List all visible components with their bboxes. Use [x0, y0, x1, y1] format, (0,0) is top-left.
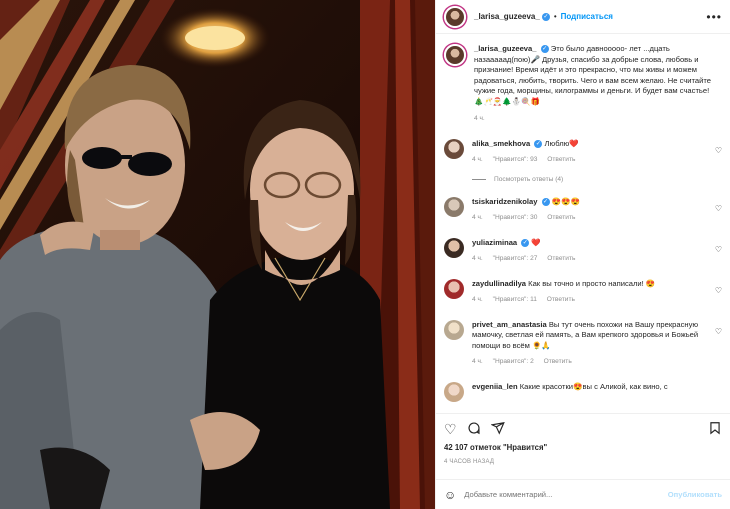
comment-item: privet_am_anastasia Вы тут очень похожи …: [444, 319, 722, 368]
comment-meta: 4 ч. "Нравится": 2 Ответить: [472, 357, 707, 368]
reply-button[interactable]: Ответить: [547, 214, 575, 221]
view-replies-label[interactable]: Посмотреть ответы (4): [494, 176, 563, 183]
caption: _larisa_guzeeva_ ✓ Это было давнооооо- л…: [444, 44, 722, 125]
comment-time[interactable]: 4 ч.: [472, 358, 483, 365]
comment-likes[interactable]: "Нравится": 11: [493, 296, 537, 303]
caption-body: _larisa_guzeeva_ ✓ Это было давнооооо- л…: [474, 44, 714, 125]
smile-icon[interactable]: ☺: [444, 488, 456, 502]
commenter-avatar[interactable]: [444, 196, 464, 217]
comment-item: zaydullinadilya Как вы точно и просто на…: [444, 278, 722, 306]
reply-button[interactable]: Ответить: [547, 296, 575, 303]
comment-like-heart-icon[interactable]: ♡: [715, 286, 722, 295]
comment-time[interactable]: 4 ч.: [472, 255, 483, 262]
separator-dot: •: [553, 12, 557, 21]
comment-like-heart-icon[interactable]: ♡: [715, 146, 722, 155]
verified-badge-icon: ✓: [540, 45, 549, 53]
comment-time[interactable]: 4 ч.: [472, 214, 483, 221]
commenter-username[interactable]: yuliaziminaa: [472, 238, 517, 247]
reply-button[interactable]: Ответить: [547, 255, 575, 262]
photo-image: [0, 0, 435, 509]
comment-body: evgeniia_len Какие красотки😍вы с Аликой,…: [472, 382, 707, 402]
comment-body: tsiskaridzenikolay ✓ 😍😍😍 4 ч. "Нравится"…: [472, 197, 707, 224]
comment-time[interactable]: 4 ч.: [472, 156, 483, 163]
commenter-avatar[interactable]: [444, 237, 464, 258]
commenter-username[interactable]: zaydullinadilya: [472, 279, 526, 288]
comment-body: privet_am_anastasia Вы тут очень похожи …: [472, 320, 707, 368]
comment-text: 😍😍😍: [551, 196, 581, 206]
comment-body: zaydullinadilya Как вы точно и просто на…: [472, 279, 707, 306]
share-icon[interactable]: [489, 421, 505, 437]
comment-like-heart-icon[interactable]: ♡: [715, 204, 722, 213]
add-comment-bar: ☺ Опубликовать: [436, 479, 730, 509]
publish-button[interactable]: Опубликовать: [668, 490, 722, 499]
heart-icon[interactable]: ♡: [444, 422, 457, 436]
post-actions-bar: ♡: [436, 413, 730, 443]
commenter-username[interactable]: privet_am_anastasia: [472, 320, 547, 329]
commenter-username[interactable]: evgeniia_len: [472, 382, 518, 391]
commenter-avatar[interactable]: [444, 138, 464, 159]
view-replies-button[interactable]: Посмотреть ответы (4): [472, 176, 722, 183]
comments-list[interactable]: _larisa_guzeeva_ ✓ Это было давнооооо- л…: [436, 34, 730, 413]
comment-likes[interactable]: "Нравится": 27: [493, 255, 538, 262]
commenter-avatar[interactable]: [444, 381, 464, 402]
post-photo[interactable]: [0, 0, 435, 509]
comment-body: yuliaziminaa ✓ ❤️ 4 ч. "Нравится": 27 От…: [472, 238, 707, 265]
comment-text: ❤️: [531, 237, 541, 247]
comment-likes[interactable]: "Нравится": 93: [493, 156, 538, 163]
follow-button[interactable]: Подписаться: [561, 12, 613, 21]
commenter-avatar[interactable]: [444, 319, 464, 340]
caption-avatar[interactable]: [444, 44, 466, 66]
comment-text: Как вы точно и просто написали! 😍: [528, 278, 656, 288]
comment-like-heart-icon[interactable]: ♡: [715, 245, 722, 254]
comment-text: Люблю❤️: [544, 138, 579, 148]
comment-meta: 4 ч. "Нравится": 11 Ответить: [472, 295, 707, 306]
author-username[interactable]: _larisa_guzeeva_: [474, 12, 540, 21]
more-horizontal-icon[interactable]: •••: [706, 10, 722, 24]
comment-meta: 4 ч. "Нравится": 27 Ответить: [472, 254, 707, 265]
verified-badge-icon: ✓: [521, 238, 530, 247]
post-header: _larisa_guzeeva_ ✓ • Подписаться •••: [436, 0, 730, 34]
verified-badge-icon: ✓: [541, 12, 550, 21]
comment-likes[interactable]: "Нравится": 2: [493, 358, 534, 365]
comment-body: alika_smekhova ✓ Люблю❤️ 4 ч. "Нравится"…: [472, 139, 707, 166]
verified-badge-icon: ✓: [541, 197, 550, 206]
post-date[interactable]: 4 ЧАСОВ НАЗАД: [436, 455, 730, 471]
comment-icon[interactable]: [467, 421, 481, 437]
comment-item: alika_smekhova ✓ Люблю❤️ 4 ч. "Нравится"…: [444, 138, 722, 166]
add-comment-input[interactable]: [464, 490, 668, 499]
likes-count[interactable]: 42 107 отметок "Нравится": [436, 443, 730, 455]
comment-item: tsiskaridzenikolay ✓ 😍😍😍 4 ч. "Нравится"…: [444, 196, 722, 224]
caption-text: Это было давнооооо- лет ...дцать назаааа…: [474, 44, 712, 106]
comment-item: yuliaziminaa ✓ ❤️ 4 ч. "Нравится": 27 От…: [444, 237, 722, 265]
replies-line: [472, 178, 486, 180]
comment-text: Какие красотки😍вы с Аликой, как вино, с: [519, 381, 668, 391]
commenter-username[interactable]: tsiskaridzenikolay: [472, 197, 537, 206]
comment-time[interactable]: 4 ч.: [472, 296, 483, 303]
commenter-username[interactable]: alika_smekhova: [472, 139, 530, 148]
comment-like-heart-icon[interactable]: ♡: [715, 327, 722, 336]
bookmark-icon[interactable]: [708, 421, 722, 437]
comment-item: evgeniia_len Какие красотки😍вы с Аликой,…: [444, 381, 722, 402]
author-avatar[interactable]: [444, 5, 466, 28]
commenter-avatar[interactable]: [444, 278, 464, 299]
comment-meta: 4 ч. "Нравится": 93 Ответить: [472, 155, 707, 166]
caption-username[interactable]: _larisa_guzeeva_: [474, 44, 536, 53]
post-dialog: _larisa_guzeeva_ ✓ • Подписаться ••• _la…: [0, 0, 730, 509]
post-side-panel: _larisa_guzeeva_ ✓ • Подписаться ••• _la…: [435, 0, 730, 509]
comment-meta: 4 ч. "Нравится": 30 Ответить: [472, 213, 707, 224]
comment-likes[interactable]: "Нравится": 30: [493, 214, 538, 221]
reply-button[interactable]: Ответить: [547, 156, 575, 163]
reply-button[interactable]: Ответить: [544, 358, 572, 365]
verified-badge-icon: ✓: [534, 139, 543, 148]
caption-time: 4 ч.: [474, 115, 485, 122]
